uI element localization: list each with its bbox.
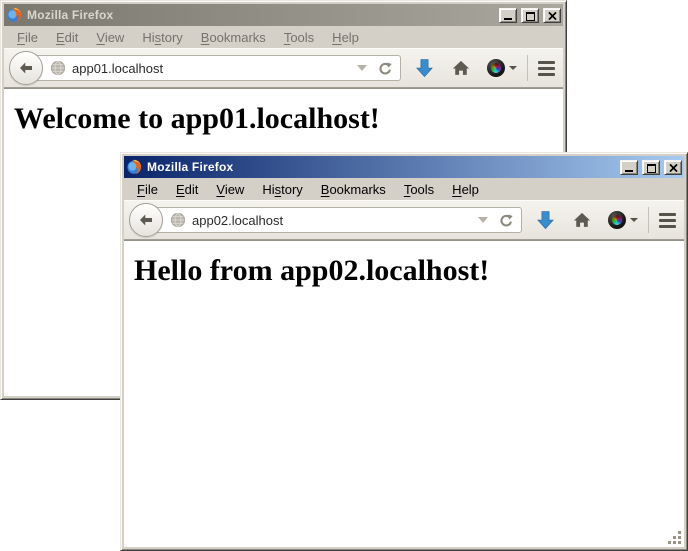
menu-bar: File Edit View History Bookmarks Tools H…	[4, 26, 563, 48]
maximize-button[interactable]	[521, 8, 539, 23]
close-icon	[669, 164, 678, 172]
hamburger-icon	[538, 61, 555, 64]
resize-grip-icon	[665, 528, 683, 546]
site-identity-globe-icon[interactable]	[170, 212, 186, 228]
downloads-button[interactable]	[416, 59, 433, 78]
menu-item-file[interactable]: File	[128, 180, 167, 199]
minimize-button[interactable]	[499, 8, 517, 23]
url-input[interactable]: app02.localhost	[192, 213, 478, 228]
menu-item-bookmarks[interactable]: Bookmarks	[192, 28, 275, 47]
url-input[interactable]: app01.localhost	[72, 61, 357, 76]
url-bar[interactable]: app02.localhost	[147, 207, 522, 233]
menu-item-history[interactable]: History	[133, 28, 191, 47]
page-heading: Welcome to app01.localhost!	[14, 102, 563, 137]
menu-item-history[interactable]: History	[253, 180, 311, 199]
resize-grip[interactable]	[665, 528, 683, 546]
menu-button[interactable]	[538, 58, 555, 79]
menu-item-help[interactable]: Help	[443, 180, 488, 199]
reload-icon[interactable]	[377, 61, 392, 76]
color-wheel-icon	[608, 211, 626, 229]
home-icon	[452, 60, 470, 76]
menu-item-tools[interactable]: Tools	[395, 180, 443, 199]
home-button[interactable]	[573, 212, 591, 228]
firefox-logo-icon	[126, 159, 142, 175]
menu-bar: File Edit View History Bookmarks Tools H…	[124, 178, 684, 200]
minimize-icon	[504, 18, 512, 20]
hamburger-icon	[659, 213, 676, 216]
menu-item-view[interactable]: View	[87, 28, 133, 47]
toolbar-separator	[527, 55, 528, 81]
titlebar[interactable]: Mozilla Firefox	[4, 4, 563, 26]
browser-window-app02: Mozilla Firefox File Edit View History B…	[120, 152, 688, 551]
back-button[interactable]	[129, 203, 163, 237]
downloads-button[interactable]	[537, 211, 554, 230]
reload-icon[interactable]	[498, 213, 513, 228]
menu-item-help[interactable]: Help	[323, 28, 368, 47]
menu-item-view[interactable]: View	[207, 180, 253, 199]
urlbar-dropdown-icon[interactable]	[357, 65, 367, 71]
back-arrow-icon	[18, 60, 34, 76]
back-button[interactable]	[9, 51, 43, 85]
menu-item-file[interactable]: File	[8, 28, 47, 47]
site-identity-globe-icon[interactable]	[50, 60, 66, 76]
close-button[interactable]	[543, 8, 561, 23]
color-wheel-icon	[487, 59, 505, 77]
firefox-logo-icon	[6, 7, 22, 23]
minimize-icon	[625, 170, 633, 172]
maximize-button[interactable]	[642, 160, 660, 175]
download-arrow-icon	[416, 59, 433, 78]
addon-caret-icon	[509, 66, 517, 70]
menu-item-edit[interactable]: Edit	[47, 28, 87, 47]
toolbar-buttons	[401, 55, 558, 81]
menu-button[interactable]	[659, 210, 676, 231]
addon-caret-icon	[630, 218, 638, 222]
home-icon	[573, 212, 591, 228]
window-title: Mozilla Firefox	[25, 8, 495, 22]
back-arrow-icon	[138, 212, 154, 228]
toolbar-buttons	[522, 207, 679, 233]
menu-item-tools[interactable]: Tools	[275, 28, 323, 47]
close-button[interactable]	[664, 160, 682, 175]
toolbar-separator	[648, 207, 649, 233]
navigation-toolbar: app02.localhost	[124, 200, 684, 240]
window-title: Mozilla Firefox	[145, 160, 616, 174]
page-content: Hello from app02.localhost!	[124, 240, 684, 547]
titlebar[interactable]: Mozilla Firefox	[124, 156, 684, 178]
maximize-icon	[526, 12, 535, 21]
home-button[interactable]	[452, 60, 470, 76]
urlbar-dropdown-icon[interactable]	[478, 217, 488, 223]
minimize-button[interactable]	[620, 160, 638, 175]
close-icon	[548, 12, 557, 20]
page-heading: Hello from app02.localhost!	[134, 254, 684, 289]
maximize-icon	[647, 164, 656, 173]
desktop: { "menu": { "items": [ {"pre": "", "key"…	[0, 0, 688, 551]
url-bar[interactable]: app01.localhost	[27, 55, 401, 81]
addon-button[interactable]	[608, 211, 638, 229]
menu-item-edit[interactable]: Edit	[167, 180, 207, 199]
menu-item-bookmarks[interactable]: Bookmarks	[312, 180, 395, 199]
download-arrow-icon	[537, 211, 554, 230]
navigation-toolbar: app01.localhost	[4, 48, 563, 88]
addon-button[interactable]	[487, 59, 517, 77]
